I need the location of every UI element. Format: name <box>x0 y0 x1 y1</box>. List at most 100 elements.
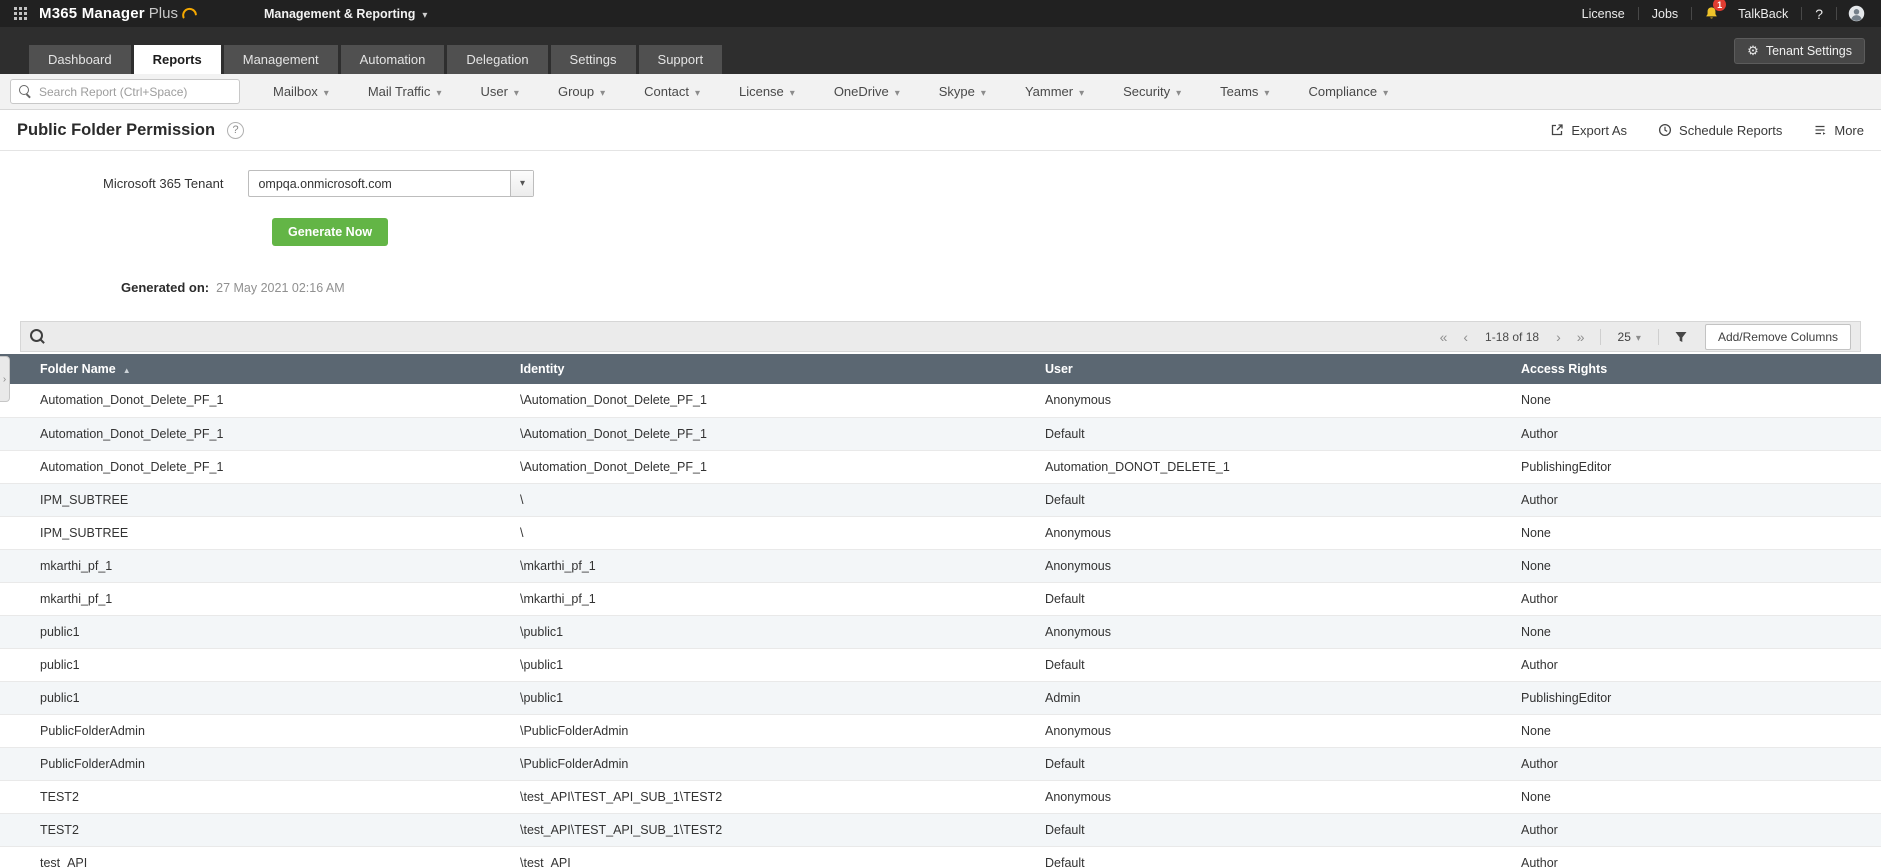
identity-cell: \ <box>480 516 1005 549</box>
add-remove-columns-button[interactable]: Add/Remove Columns <box>1705 324 1851 350</box>
chevron-down-icon <box>600 84 605 99</box>
report-category-group[interactable]: Group <box>558 84 605 99</box>
column-header-user[interactable]: User <box>1005 354 1481 384</box>
report-panel-toggle[interactable] <box>0 356 10 402</box>
table-row[interactable]: public1 \public1 Default Author <box>0 648 1881 681</box>
tenant-settings-label: Tenant Settings <box>1766 44 1852 58</box>
identity-cell: \test_API\TEST_API_SUB_1\TEST2 <box>480 813 1005 846</box>
category-label: Mailbox <box>273 84 318 99</box>
first-page-button[interactable] <box>1434 330 1454 344</box>
tab-automation[interactable]: Automation <box>341 45 445 74</box>
tab-settings[interactable]: Settings <box>551 45 636 74</box>
table-row[interactable]: IPM_SUBTREE \ Anonymous None <box>0 516 1881 549</box>
report-category-skype[interactable]: Skype <box>939 84 986 99</box>
report-help-icon[interactable] <box>227 122 244 139</box>
context-selector[interactable]: Management & Reporting <box>264 7 427 21</box>
search-report-input[interactable] <box>39 85 231 99</box>
access-rights-cell: None <box>1481 384 1881 417</box>
category-label: Skype <box>939 84 975 99</box>
tab-reports[interactable]: Reports <box>134 45 221 74</box>
report-table: Folder Name Identity User Access Rights … <box>0 354 1881 868</box>
table-body: Automation_Donot_Delete_PF_1 \Automation… <box>0 384 1881 868</box>
category-label: License <box>739 84 784 99</box>
report-category-yammer[interactable]: Yammer <box>1025 84 1084 99</box>
table-row[interactable]: Automation_Donot_Delete_PF_1 \Automation… <box>0 384 1881 417</box>
folder-name-cell: IPM_SUBTREE <box>0 483 480 516</box>
report-category-mail-traffic[interactable]: Mail Traffic <box>368 84 442 99</box>
table-row[interactable]: TEST2 \test_API\TEST_API_SUB_1\TEST2 Def… <box>0 813 1881 846</box>
report-category-security[interactable]: Security <box>1123 84 1181 99</box>
table-row[interactable]: mkarthi_pf_1 \mkarthi_pf_1 Anonymous Non… <box>0 549 1881 582</box>
identity-cell: \public1 <box>480 681 1005 714</box>
table-row[interactable]: Automation_Donot_Delete_PF_1 \Automation… <box>0 450 1881 483</box>
table-toolbar: 1-18 of 18 25 Add/Remove Columns <box>20 321 1861 352</box>
tenant-select[interactable]: ompqa.onmicrosoft.com <box>248 170 534 197</box>
tab-support[interactable]: Support <box>639 45 723 74</box>
column-header-folder-name[interactable]: Folder Name <box>0 354 480 384</box>
more-button[interactable]: More <box>1813 123 1864 138</box>
table-row[interactable]: PublicFolderAdmin \PublicFolderAdmin Ano… <box>0 714 1881 747</box>
license-link[interactable]: License <box>1569 7 1638 21</box>
report-category-user[interactable]: User <box>480 84 518 99</box>
folder-name-cell: PublicFolderAdmin <box>0 747 480 780</box>
identity-cell: \mkarthi_pf_1 <box>480 549 1005 582</box>
identity-cell: \Automation_Donot_Delete_PF_1 <box>480 450 1005 483</box>
search-icon <box>19 85 32 98</box>
schedule-reports-button[interactable]: Schedule Reports <box>1658 123 1782 138</box>
report-category-contact[interactable]: Contact <box>644 84 700 99</box>
folder-name-cell: public1 <box>0 648 480 681</box>
help-icon[interactable] <box>1802 6 1836 22</box>
tab-management[interactable]: Management <box>224 45 338 74</box>
next-page-button[interactable] <box>1550 330 1567 344</box>
page-size-select[interactable]: 25 <box>1610 330 1649 344</box>
notifications-button[interactable]: 1 <box>1692 6 1725 21</box>
table-row[interactable]: PublicFolderAdmin \PublicFolderAdmin Def… <box>0 747 1881 780</box>
report-category-license[interactable]: License <box>739 84 795 99</box>
export-as-button[interactable]: Export As <box>1550 123 1627 138</box>
tab-delegation[interactable]: Delegation <box>447 45 547 74</box>
identity-cell: \public1 <box>480 615 1005 648</box>
category-label: Mail Traffic <box>368 84 431 99</box>
table-row[interactable]: test_API \test_API Default Author <box>0 846 1881 868</box>
identity-cell: \public1 <box>480 648 1005 681</box>
table-row[interactable]: TEST2 \test_API\TEST_API_SUB_1\TEST2 Ano… <box>0 780 1881 813</box>
tab-dashboard[interactable]: Dashboard <box>29 45 131 74</box>
user-cell: Anonymous <box>1005 615 1481 648</box>
folder-name-cell: Automation_Donot_Delete_PF_1 <box>0 450 480 483</box>
table-row[interactable]: public1 \public1 Admin PublishingEditor <box>0 681 1881 714</box>
filter-icon[interactable] <box>1668 331 1694 343</box>
table-row[interactable]: IPM_SUBTREE \ Default Author <box>0 483 1881 516</box>
category-label: Security <box>1123 84 1170 99</box>
chevron-down-icon <box>422 7 427 21</box>
last-page-button[interactable] <box>1571 330 1591 344</box>
access-rights-cell: Author <box>1481 813 1881 846</box>
tenant-settings-button[interactable]: Tenant Settings <box>1734 38 1865 64</box>
folder-name-cell: TEST2 <box>0 813 480 846</box>
table-row[interactable]: Automation_Donot_Delete_PF_1 \Automation… <box>0 417 1881 450</box>
generated-on: Generated on: 27 May 2021 02:16 AM <box>121 280 1881 295</box>
report-category-teams[interactable]: Teams <box>1220 84 1269 99</box>
jobs-link[interactable]: Jobs <box>1639 7 1691 21</box>
access-rights-cell: Author <box>1481 483 1881 516</box>
report-category-compliance[interactable]: Compliance <box>1308 84 1388 99</box>
user-cell: Default <box>1005 747 1481 780</box>
table-row[interactable]: public1 \public1 Anonymous None <box>0 615 1881 648</box>
folder-name-cell: IPM_SUBTREE <box>0 516 480 549</box>
identity-cell: \PublicFolderAdmin <box>480 714 1005 747</box>
talkback-link[interactable]: TalkBack <box>1725 7 1801 21</box>
report-search[interactable] <box>10 79 240 104</box>
generate-now-button[interactable]: Generate Now <box>272 218 388 246</box>
report-category-onedrive[interactable]: OneDrive <box>834 84 900 99</box>
tab-label: Automation <box>360 52 426 67</box>
user-avatar-icon[interactable] <box>1837 5 1867 22</box>
table-row[interactable]: mkarthi_pf_1 \mkarthi_pf_1 Default Autho… <box>0 582 1881 615</box>
report-category-mailbox[interactable]: Mailbox <box>273 84 329 99</box>
column-header-identity[interactable]: Identity <box>480 354 1005 384</box>
apps-grid-icon[interactable] <box>14 7 27 20</box>
page-header: Public Folder Permission Export As Sched… <box>0 110 1881 151</box>
pagination-controls: 1-18 of 18 25 Add/Remove Columns <box>1434 324 1851 350</box>
access-rights-cell: Author <box>1481 582 1881 615</box>
table-search-icon[interactable] <box>30 329 45 344</box>
column-header-access-rights[interactable]: Access Rights <box>1481 354 1881 384</box>
prev-page-button[interactable] <box>1457 330 1474 344</box>
